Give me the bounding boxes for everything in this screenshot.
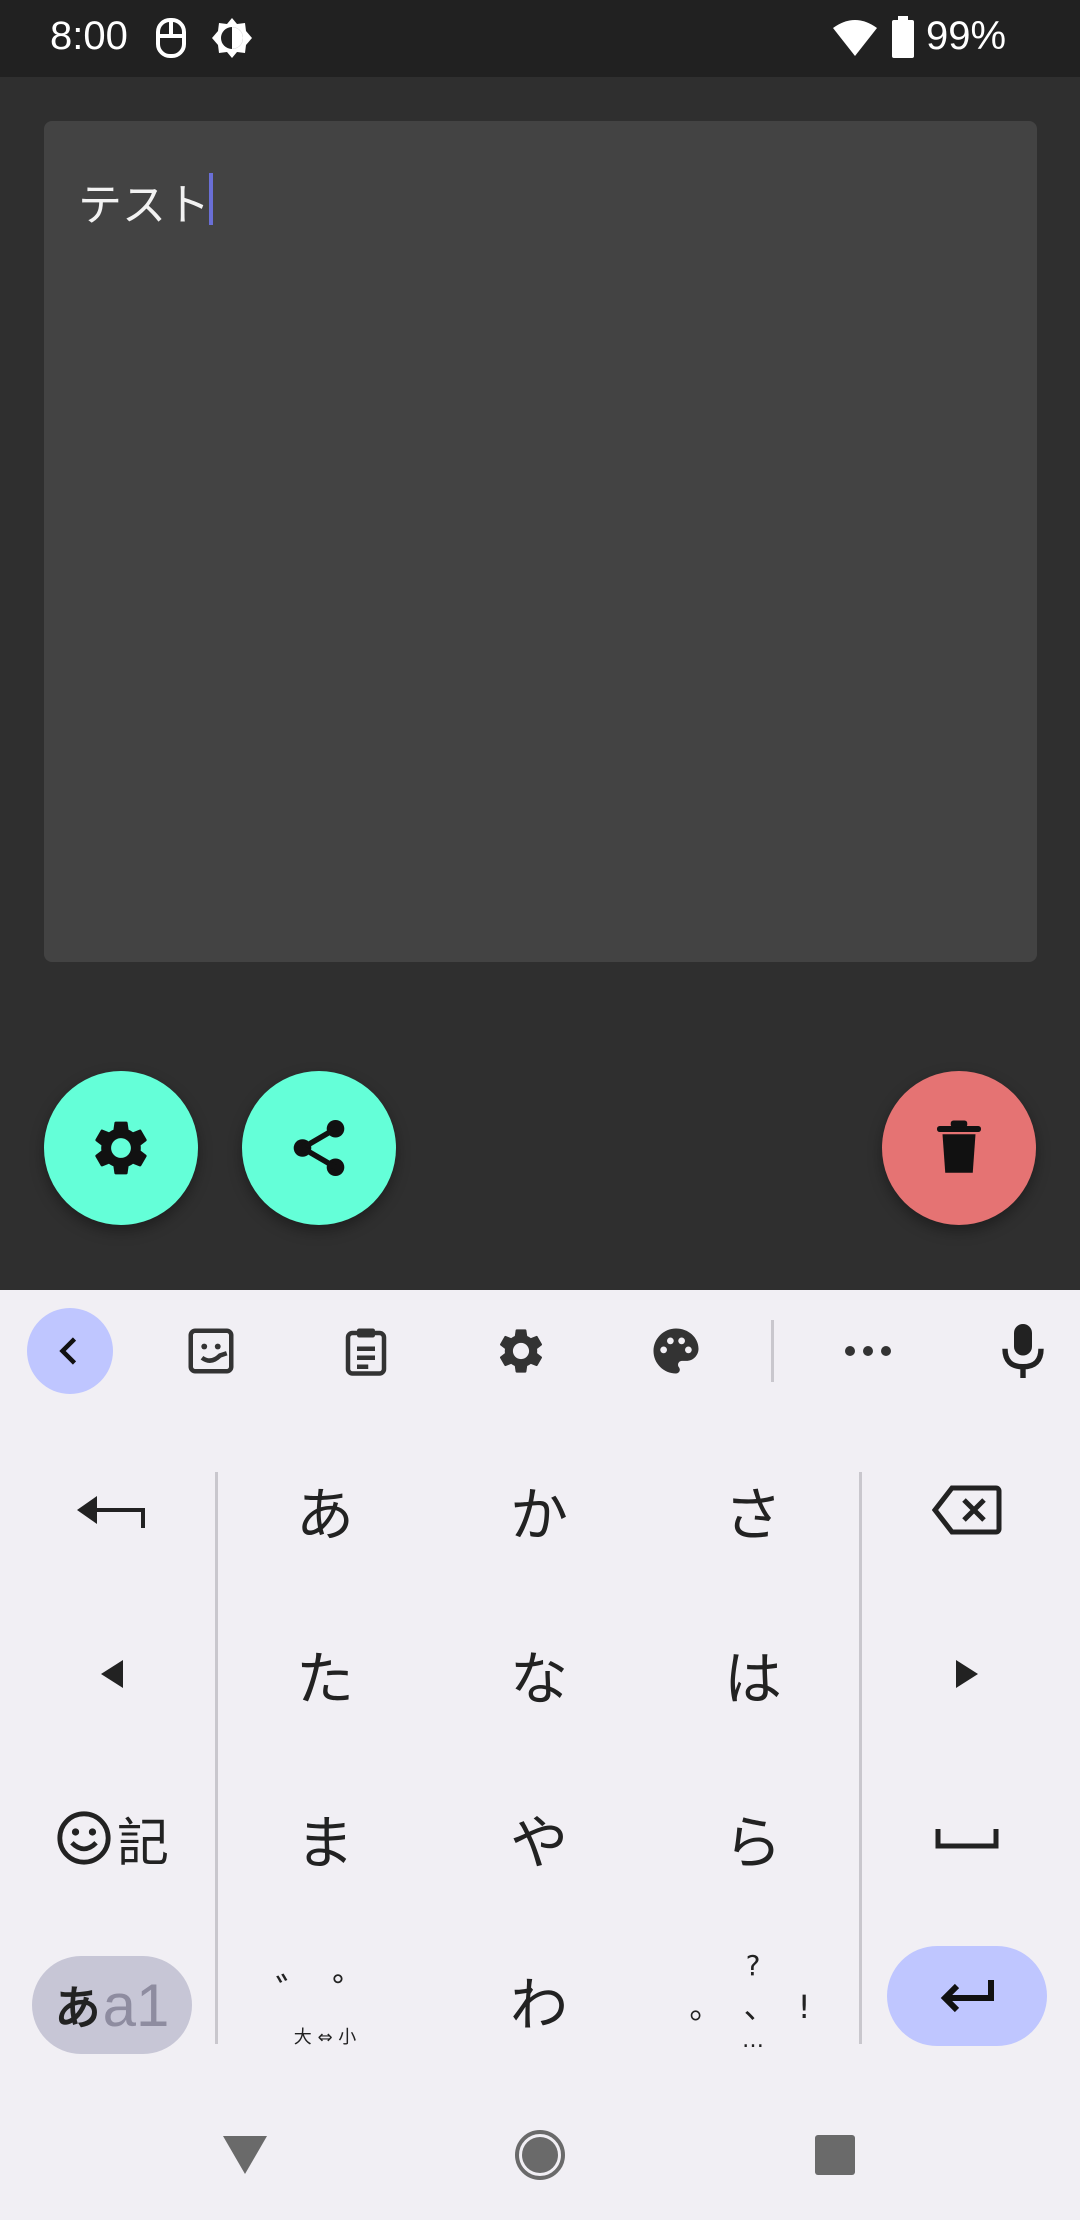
navigation-bar (0, 2100, 1080, 2220)
kigo-label: 記 (116, 1813, 169, 1874)
space-icon (935, 1829, 999, 1849)
mode-kana-label: あ (54, 1981, 101, 2035)
status-bar: 8:00 99% (0, 0, 1080, 77)
voice-input-button[interactable] (980, 1308, 1066, 1394)
enter-key[interactable] (887, 1946, 1047, 2046)
keyboard-settings-button[interactable] (478, 1308, 564, 1394)
dakuten-key[interactable]: ゛ ゜ 大 ⇔ 小 (250, 1946, 400, 2064)
sticker-icon (188, 1328, 234, 1374)
key-ra[interactable]: ら (678, 1788, 828, 1888)
key-wa[interactable]: わ (464, 1950, 614, 2050)
key-ta[interactable]: た (250, 1624, 400, 1724)
sticker-button[interactable] (168, 1308, 254, 1394)
toolbar-collapse-button[interactable] (27, 1308, 113, 1394)
note-text: テスト (78, 180, 210, 231)
punct-mid-label: 。 、 ! (689, 1988, 817, 2026)
gear-icon (95, 1121, 147, 1175)
emoji-symbol-key[interactable]: 記 (32, 1786, 192, 1890)
key-ma[interactable]: ま (250, 1788, 400, 1888)
key-ka[interactable]: か (464, 1460, 614, 1560)
dakuten-bottom-label: 大 ⇔ 小 (293, 2027, 357, 2048)
nav-home-button[interactable] (495, 2120, 585, 2190)
nav-back-button[interactable] (200, 2120, 290, 2190)
cursor-left-key[interactable] (32, 1624, 192, 1724)
undo-icon (77, 1496, 145, 1528)
key-ha[interactable]: は (678, 1624, 828, 1724)
emoji-icon (57, 1811, 111, 1865)
recents-square-icon (815, 2135, 855, 2175)
note-text-area[interactable]: テスト (44, 121, 1037, 962)
enter-icon (940, 1980, 994, 2013)
key-ya[interactable]: や (464, 1788, 614, 1888)
trash-icon (937, 1120, 981, 1173)
keyboard: 記 あ a1 あ か さ た な は ま や ら ゛ ゜ 大 ⇔ 小 わ ? 。… (0, 1290, 1080, 2100)
share-button[interactable] (242, 1071, 396, 1225)
share-icon (293, 1119, 345, 1177)
clipboard-icon (345, 1328, 387, 1376)
battery-percent: 99% (926, 14, 1007, 58)
wifi-icon (832, 18, 878, 62)
keyboard-toolbar (0, 1290, 1080, 1410)
battery-icon (890, 16, 916, 64)
punct-top-label: ? (745, 1949, 761, 1982)
key-sa[interactable]: さ (678, 1460, 828, 1560)
back-triangle-icon (223, 2136, 267, 2174)
dakuten-top-label: ゛ ゜ (275, 1971, 375, 2017)
arrow-right-icon (956, 1660, 978, 1688)
undo-key[interactable] (32, 1460, 192, 1560)
palette-icon (653, 1328, 699, 1374)
left-column-divider (215, 1472, 218, 2044)
arrow-left-icon (101, 1660, 123, 1688)
key-a[interactable]: あ (250, 1460, 400, 1560)
space-key[interactable] (887, 1788, 1047, 1888)
punctuation-key[interactable]: ? 。 、 ! … (678, 1938, 828, 2064)
mode-alnum-label: a1 (102, 1971, 170, 2039)
more-icon (845, 1346, 891, 1356)
backspace-key[interactable] (887, 1460, 1047, 1560)
toolbar-divider (771, 1320, 774, 1382)
clipboard-button[interactable] (323, 1308, 409, 1394)
input-mode-toggle[interactable]: あ a1 (32, 1956, 192, 2054)
microphone-icon (1002, 1324, 1044, 1378)
right-column-divider (859, 1472, 862, 2044)
nav-recents-button[interactable] (790, 2120, 880, 2190)
delete-button[interactable] (882, 1071, 1036, 1225)
text-caret (209, 173, 213, 225)
more-button[interactable] (825, 1308, 911, 1394)
cursor-right-key[interactable] (887, 1624, 1047, 1724)
mouse-icon (154, 16, 188, 64)
brightness-icon (210, 16, 254, 64)
key-na[interactable]: な (464, 1624, 614, 1724)
gear-icon (499, 1329, 543, 1373)
status-time: 8:00 (50, 14, 128, 58)
backspace-icon (932, 1485, 1002, 1535)
punct-bottom-label: … (742, 2028, 764, 2053)
home-circle-icon (515, 2130, 565, 2180)
settings-button[interactable] (44, 1071, 198, 1225)
theme-button[interactable] (633, 1308, 719, 1394)
chevron-left-icon (59, 1337, 77, 1365)
